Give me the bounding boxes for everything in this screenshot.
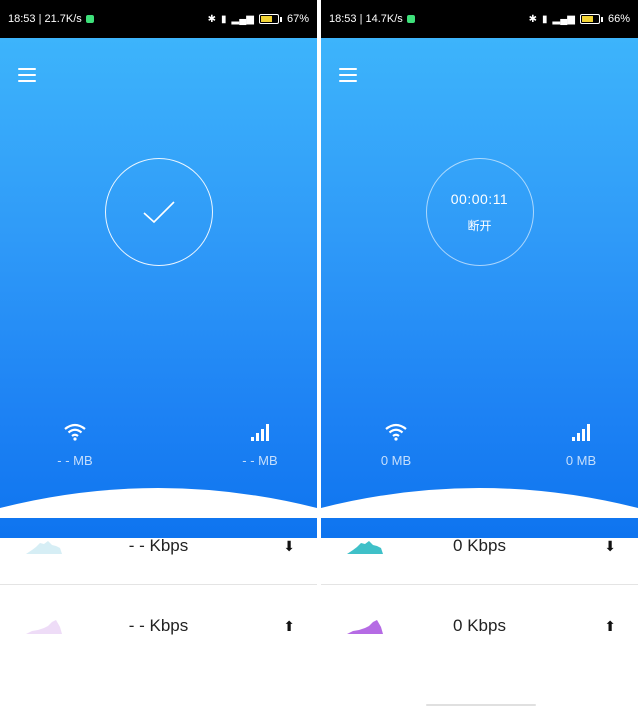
phone-screen-connected: 18:53 | 21.7K/s ✱ ▮ ▂▄▆ 67% - - MB - - M… bbox=[0, 0, 317, 711]
vibrate-icon: ▮ bbox=[220, 13, 227, 25]
battery-icon bbox=[579, 14, 603, 24]
upload-arrow-icon: ⬆ bbox=[283, 617, 295, 634]
upload-row: 0 Kbps ⬆ bbox=[321, 586, 638, 666]
bluetooth-icon: ✱ bbox=[528, 13, 537, 25]
battery-percent: 67% bbox=[286, 13, 309, 25]
download-arrow-icon: ⬇ bbox=[283, 537, 295, 554]
battery-percent: 66% bbox=[607, 13, 630, 25]
download-arrow-icon: ⬇ bbox=[604, 537, 616, 554]
check-icon bbox=[142, 201, 175, 224]
status-bar: 18:53 | 14.7K/s ✱ ▮ ▂▄▆ 66% bbox=[321, 0, 638, 38]
vibrate-icon: ▮ bbox=[541, 13, 548, 25]
download-speed: 0 Kbps bbox=[453, 536, 506, 555]
status-time-speed: 18:53 | 14.7K/s bbox=[329, 13, 403, 25]
status-bar: 18:53 | 21.7K/s ✱ ▮ ▂▄▆ 67% bbox=[0, 0, 317, 38]
notification-icon bbox=[406, 15, 415, 23]
divider bbox=[0, 584, 317, 585]
status-time-speed: 18:53 | 21.7K/s bbox=[8, 13, 82, 25]
download-speed: - - Kbps bbox=[128, 536, 189, 555]
signal-icon bbox=[251, 424, 269, 441]
connection-timer: 00:00:11 bbox=[450, 190, 509, 207]
download-row: 0 Kbps ⬇ bbox=[321, 506, 638, 586]
disconnect-label: 断开 bbox=[467, 218, 492, 233]
signal-icon: ▂▄▆ bbox=[231, 13, 254, 25]
notification-icon bbox=[85, 15, 94, 23]
screenshot-pair: 18:53 | 21.7K/s ✱ ▮ ▂▄▆ 67% - - MB - - M… bbox=[0, 0, 638, 711]
menu-icon[interactable] bbox=[18, 68, 36, 82]
wifi-icon bbox=[385, 423, 407, 441]
upload-row: - - Kbps ⬆ bbox=[0, 586, 317, 666]
signal-icon bbox=[572, 424, 590, 441]
home-indicator bbox=[426, 704, 536, 706]
disconnect-button[interactable]: 00:00:11 断开 bbox=[425, 158, 534, 266]
download-row: - - Kbps ⬇ bbox=[0, 506, 317, 586]
menu-icon[interactable] bbox=[339, 68, 357, 82]
signal-icon: ▂▄▆ bbox=[552, 13, 575, 25]
divider bbox=[321, 584, 638, 585]
upload-speed: - - Kbps bbox=[128, 616, 189, 635]
connect-status-button[interactable] bbox=[104, 158, 213, 266]
upload-speed: 0 Kbps bbox=[453, 616, 506, 635]
bluetooth-icon: ✱ bbox=[207, 13, 216, 25]
battery-icon bbox=[258, 14, 282, 24]
phone-screen-timer: 18:53 | 14.7K/s ✱ ▮ ▂▄▆ 66% 00:00:11 断开 bbox=[321, 0, 638, 711]
wifi-icon bbox=[64, 423, 86, 441]
upload-arrow-icon: ⬆ bbox=[604, 617, 616, 634]
